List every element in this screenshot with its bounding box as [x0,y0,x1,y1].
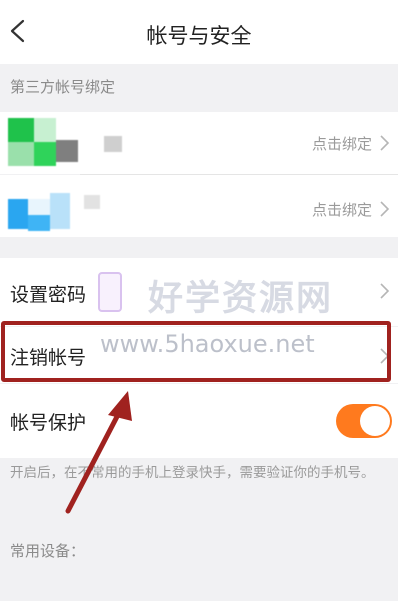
third-party-row-1[interactable]: 点击绑定 [0,112,398,174]
set-password-label: 设置密码 [10,284,87,306]
account-name-placeholder [84,195,100,209]
third-party-row-2[interactable]: 点击绑定 [0,175,398,237]
bind-action-label: 点击绑定 [311,135,372,153]
account-protection-toggle[interactable] [336,404,392,438]
page-title: 帐号与安全 [146,24,252,48]
toggle-knob [360,406,390,436]
wechat-logo-icon [8,118,78,166]
bind-action-label: 点击绑定 [311,201,372,219]
watermark-url: www.5haoxue.net [100,330,315,358]
header-bar: 帐号与安全 [0,0,398,64]
chevron-right-icon [380,135,390,151]
chevron-right-icon [380,283,390,299]
third-party-section-label: 第三方帐号绑定 [10,78,116,96]
watermark-site-name: 好学资源网 [148,279,334,319]
chevron-right-icon [380,201,390,217]
common-devices-label: 常用设备： [10,542,86,560]
watermark-logo-icon [98,272,122,312]
account-name-placeholder [104,136,122,152]
qq-logo-icon [8,193,70,231]
annotation-arrow-icon [65,391,132,514]
